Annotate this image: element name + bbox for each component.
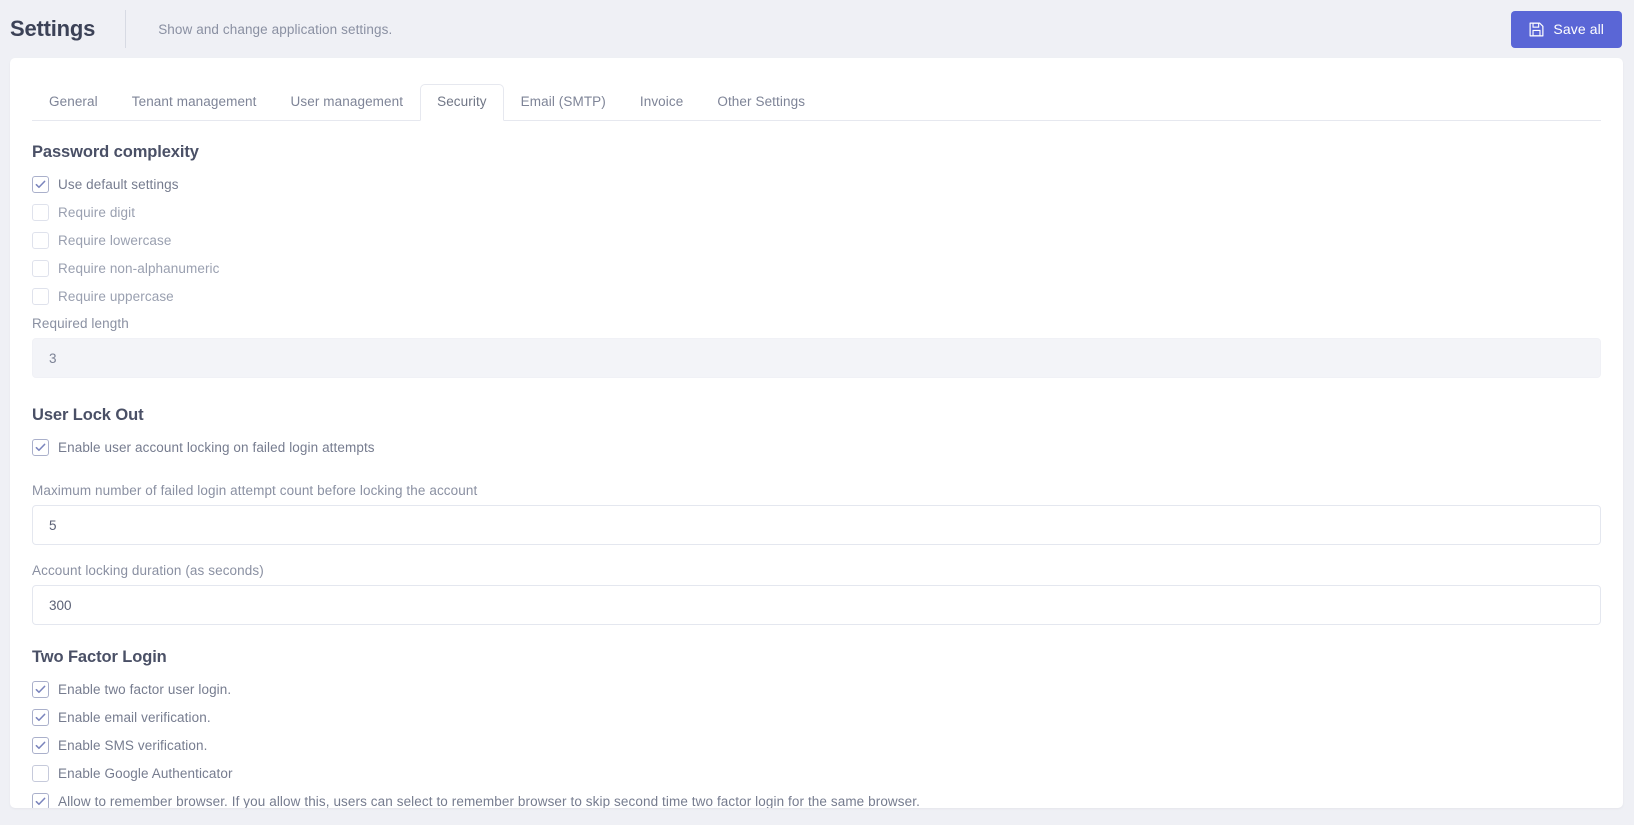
checkbox-row-enable-email-verification[interactable]: Enable email verification. (32, 703, 1601, 731)
page-header: Settings Show and change application set… (0, 0, 1634, 58)
user-lock-out-heading: User Lock Out (32, 406, 144, 424)
header-divider (125, 10, 127, 48)
checkbox-row-allow-remember-browser[interactable]: Allow to remember browser. If you allow … (32, 787, 1601, 808)
required-length-label: Required length (32, 316, 129, 331)
settings-tabs: General Tenant management User managemen… (10, 84, 1623, 121)
checkbox-label-require-digit: Require digit (58, 204, 136, 220)
checkbox-enable-google-authenticator[interactable] (32, 764, 49, 782)
checkbox-use-default-settings[interactable] (32, 175, 49, 193)
checkbox-row-require-lowercase[interactable]: Require lowercase (32, 226, 1601, 254)
checkbox-label-require-lowercase: Require lowercase (58, 232, 172, 248)
account-locking-duration-label: Account locking duration (as seconds) (32, 563, 264, 578)
tab-general[interactable]: General (32, 84, 115, 121)
checkbox-row-require-non-alphanumeric[interactable]: Require non-alphanumeric (32, 254, 1601, 282)
tab-user-management[interactable]: User management (274, 84, 421, 121)
tab-other-settings[interactable]: Other Settings (700, 84, 822, 121)
checkbox-label-enable-sms-verification: Enable SMS verification. (58, 737, 208, 753)
checkbox-label-enable-user-account-locking: Enable user account locking on failed lo… (58, 439, 375, 455)
checkbox-allow-remember-browser[interactable] (32, 792, 49, 808)
page-subtitle: Show and change application settings. (158, 21, 393, 37)
settings-card: General Tenant management User managemen… (10, 58, 1623, 808)
checkbox-row-enable-user-account-locking[interactable]: Enable user account locking on failed lo… (32, 433, 1601, 461)
checkbox-require-digit[interactable] (32, 203, 49, 221)
account-locking-duration-input[interactable] (32, 585, 1601, 625)
checkbox-label-enable-two-factor-user-login: Enable two factor user login. (58, 681, 232, 697)
checkbox-row-require-digit[interactable]: Require digit (32, 198, 1601, 226)
checkbox-enable-sms-verification[interactable] (32, 736, 49, 754)
checkbox-row-use-default-settings[interactable]: Use default settings (32, 170, 1601, 198)
checkbox-require-lowercase[interactable] (32, 231, 49, 249)
checkbox-row-enable-sms-verification[interactable]: Enable SMS verification. (32, 731, 1601, 759)
checkbox-require-non-alphanumeric[interactable] (32, 259, 49, 277)
checkbox-label-require-non-alphanumeric: Require non-alphanumeric (58, 260, 220, 276)
checkbox-row-require-uppercase[interactable]: Require uppercase (32, 282, 1601, 310)
checkbox-row-enable-two-factor-user-login[interactable]: Enable two factor user login. (32, 675, 1601, 703)
tab-security[interactable]: Security (420, 84, 504, 121)
checkbox-enable-two-factor-user-login[interactable] (32, 680, 49, 698)
max-failed-attempts-label: Maximum number of failed login attempt c… (32, 483, 478, 498)
required-length-input[interactable] (32, 338, 1601, 378)
password-complexity-heading: Password complexity (32, 143, 199, 161)
tab-invoice[interactable]: Invoice (623, 84, 700, 121)
security-settings-panel: Password complexity Use default settings… (10, 121, 1623, 808)
checkbox-require-uppercase[interactable] (32, 287, 49, 305)
save-all-button[interactable]: Save all (1511, 10, 1622, 48)
page-title: Settings (10, 16, 96, 41)
floppy-disk-save-icon (1529, 22, 1544, 37)
two-factor-login-heading: Two Factor Login (32, 648, 167, 666)
save-all-label: Save all (1553, 21, 1604, 37)
tab-tenant-management[interactable]: Tenant management (115, 84, 274, 121)
checkbox-label-use-default-settings: Use default settings (58, 176, 179, 192)
checkbox-enable-user-account-locking[interactable] (32, 438, 49, 456)
checkbox-label-enable-email-verification: Enable email verification. (58, 709, 211, 725)
checkbox-label-enable-google-authenticator: Enable Google Authenticator (58, 765, 233, 781)
checkbox-label-require-uppercase: Require uppercase (58, 288, 174, 304)
checkbox-label-allow-remember-browser: Allow to remember browser. If you allow … (58, 793, 920, 809)
tab-email-smtp[interactable]: Email (SMTP) (504, 84, 623, 121)
checkbox-enable-email-verification[interactable] (32, 708, 49, 726)
max-failed-attempts-input[interactable] (32, 505, 1601, 545)
checkbox-row-enable-google-authenticator[interactable]: Enable Google Authenticator (32, 759, 1601, 787)
